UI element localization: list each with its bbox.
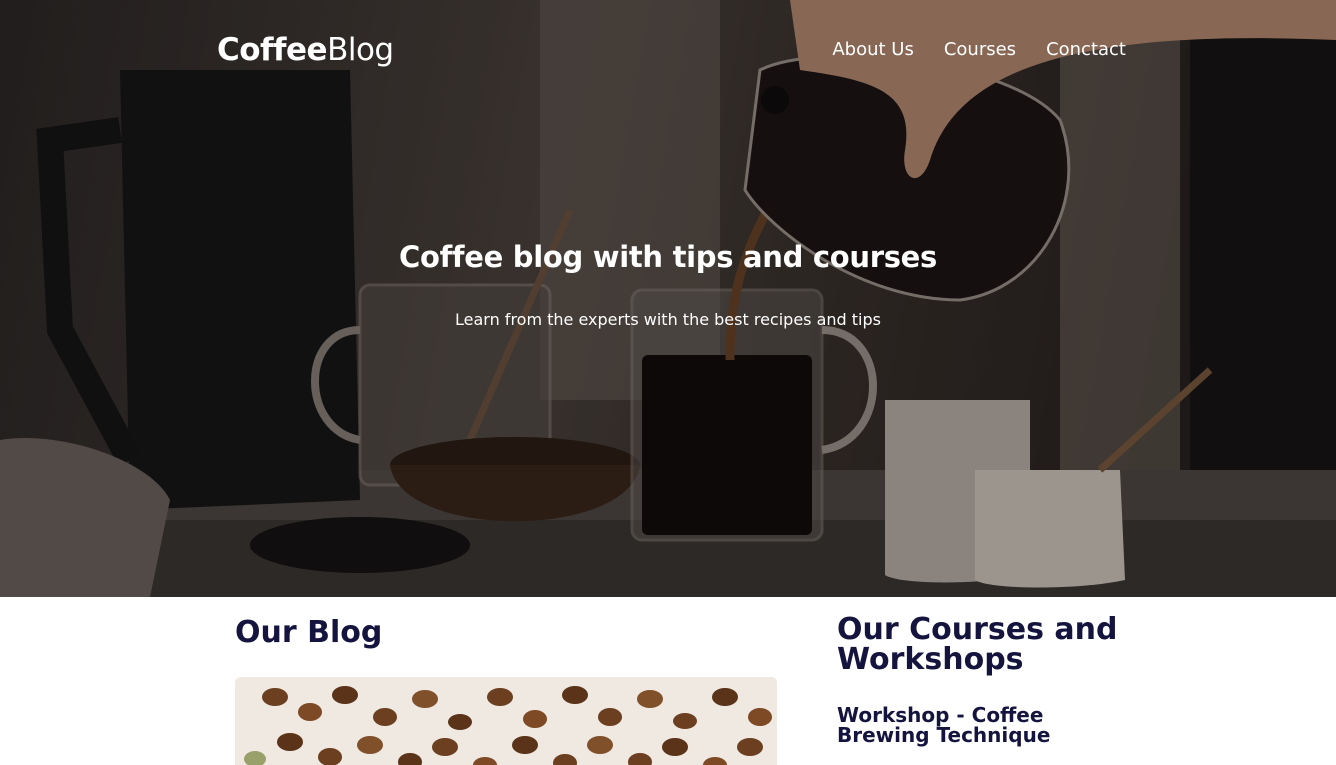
hero-subtitle: Learn from the experts with the best rec…: [455, 310, 881, 329]
nav-menu: About Us Courses Conctact: [832, 39, 1126, 60]
site-logo[interactable]: CoffeeBlog: [217, 32, 394, 68]
coffee-beans-image: [235, 677, 777, 765]
blog-heading: Our Blog: [235, 615, 383, 650]
course-item-title[interactable]: Workshop - Coffee Brewing Technique: [837, 705, 1097, 745]
hero-title: Coffee blog with tips and courses: [398, 240, 938, 274]
top-navigation: CoffeeBlog About Us Courses Conctact: [0, 0, 1336, 100]
courses-heading: Our Courses and Workshops: [837, 612, 1118, 677]
nav-link-about-us[interactable]: About Us: [832, 39, 914, 60]
logo-light-text: Blog: [327, 32, 394, 68]
main-content: Our Blog Our Courses and Workshops Works…: [0, 597, 1336, 765]
logo-bold-text: Coffee: [217, 32, 328, 68]
nav-link-contact[interactable]: Conctact: [1046, 39, 1126, 60]
nav-link-courses[interactable]: Courses: [944, 39, 1016, 60]
hero-banner: CoffeeBlog About Us Courses Conctact Cof…: [0, 0, 1336, 597]
blog-post-image[interactable]: [235, 677, 777, 765]
